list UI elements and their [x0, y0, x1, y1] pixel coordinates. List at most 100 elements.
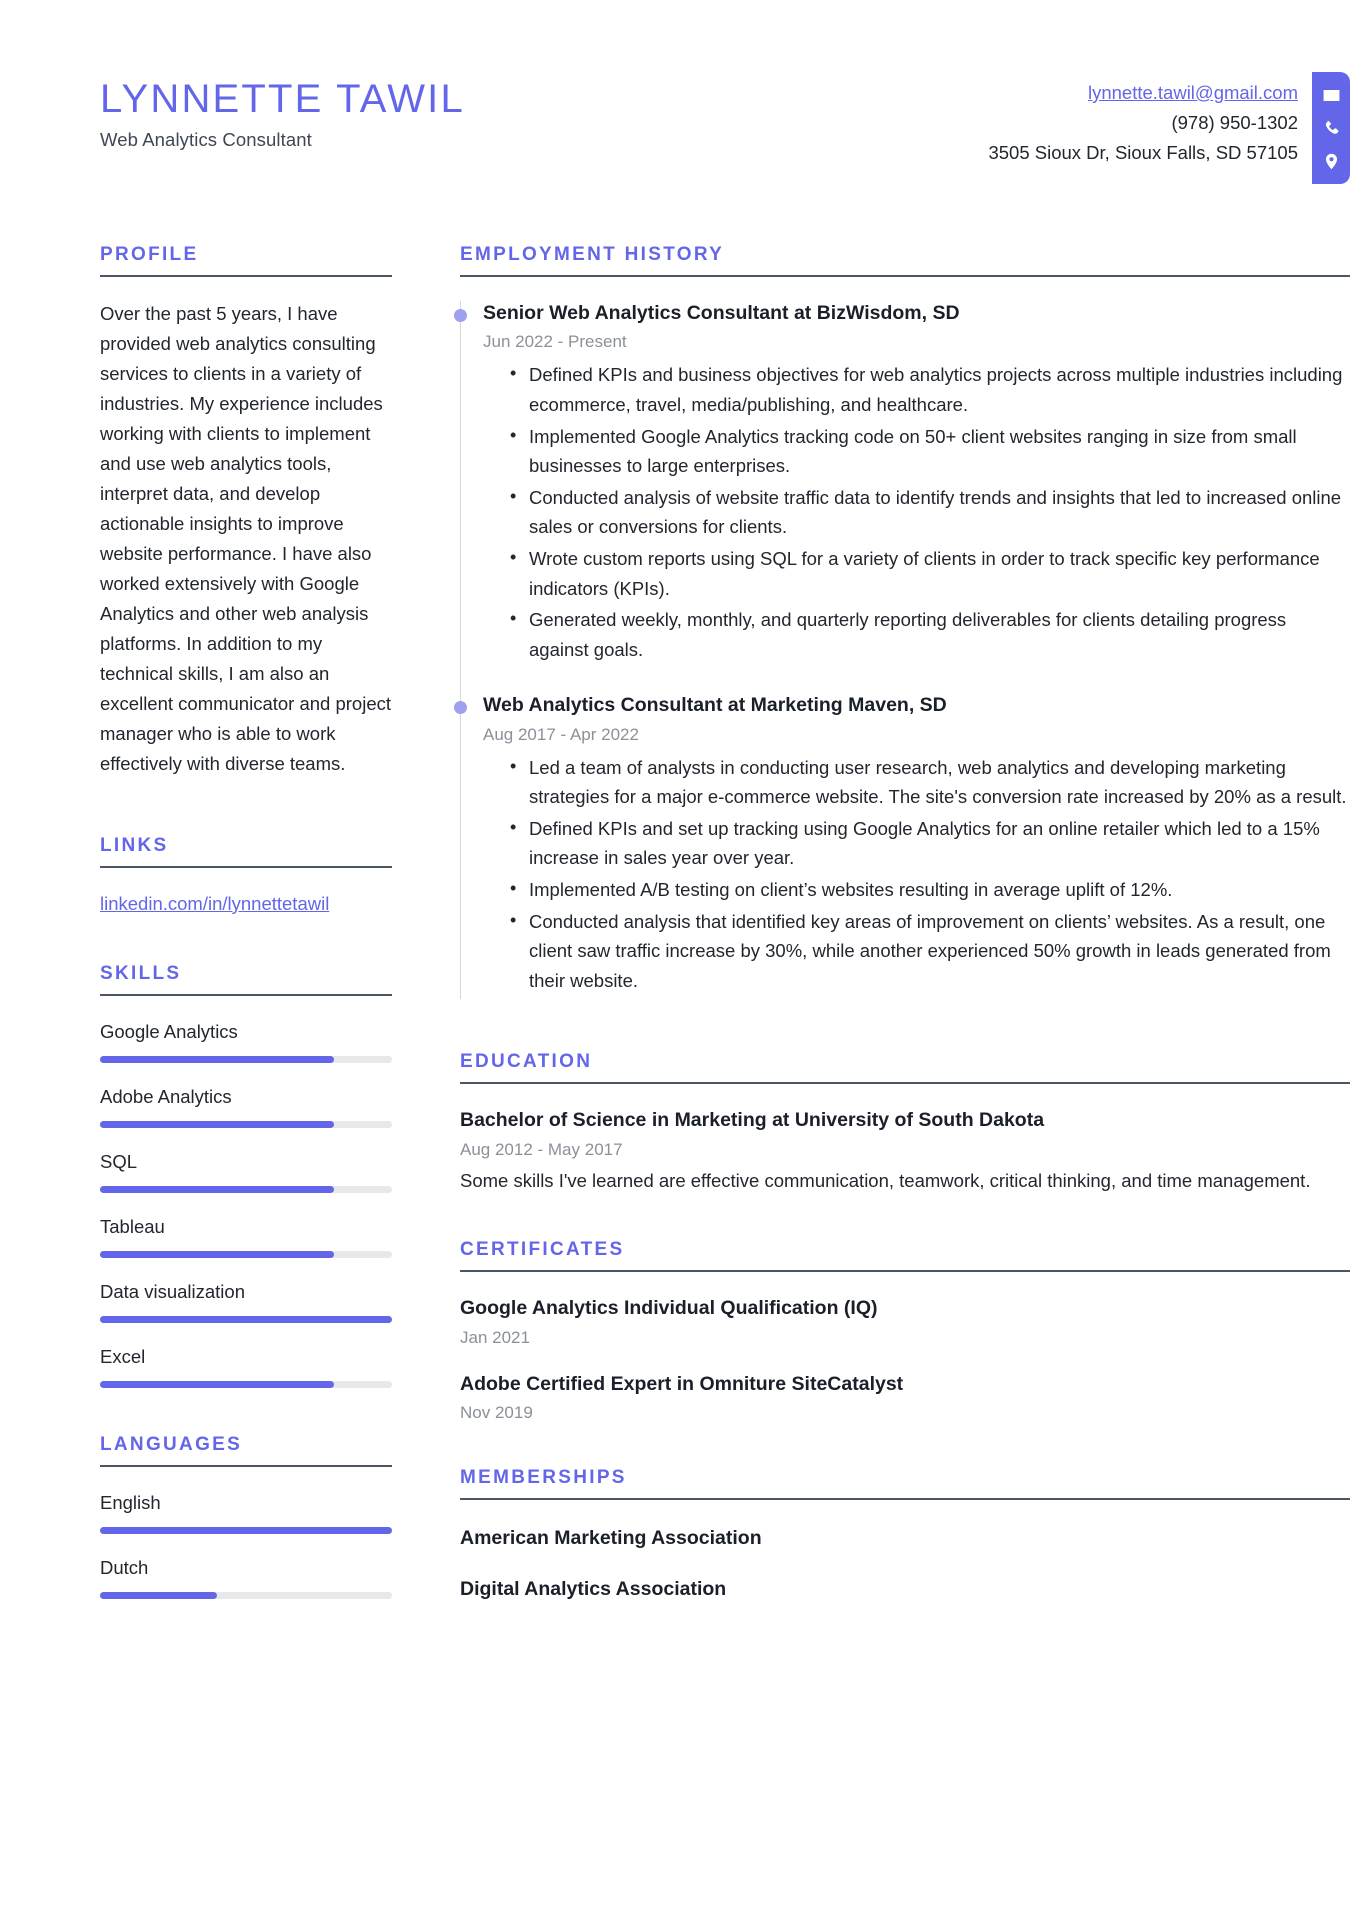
section-title-languages: LANGUAGES: [100, 1434, 243, 1456]
skill-level-fill: [100, 1381, 334, 1389]
education-entry: Bachelor of Science in Marketing at Univ…: [460, 1108, 1350, 1195]
skill-label: Excel: [100, 1346, 146, 1368]
section-languages: LANGUAGES English Dutch: [100, 1434, 392, 1599]
language-level-bar: [100, 1527, 392, 1535]
skill-row: Excel: [100, 1345, 392, 1389]
section-title-skills: SKILLS: [100, 963, 182, 985]
employment-bullet: Defined KPIs and set up tracking using G…: [510, 813, 1350, 873]
skill-row: Tableau: [100, 1215, 392, 1259]
skill-level-fill: [100, 1316, 392, 1324]
envelope-icon: [1322, 86, 1341, 105]
sidebar-column: PROFILE Over the past 5 years, I have pr…: [100, 244, 452, 1603]
skill-label: Tableau: [100, 1216, 165, 1238]
memberships-list: American Marketing Association Digital An…: [460, 1526, 1350, 1603]
skill-level-bar: [100, 1316, 392, 1324]
skill-level-bar: [100, 1186, 392, 1194]
certificate-title: Google Analytics Individual Qualificatio…: [460, 1297, 878, 1320]
certificate-entry: Google Analytics Individual Qualificatio…: [460, 1296, 1350, 1347]
skill-label: Adobe Analytics: [100, 1086, 232, 1108]
employment-bullet: Defined KPIs and business objectives for…: [510, 359, 1350, 419]
location-pin-icon: [1322, 152, 1341, 171]
section-divider: [100, 865, 392, 868]
employment-bullet-list: Defined KPIs and business objectives for…: [483, 359, 1350, 664]
employment-bullet-list: Led a team of analysts in conducting use…: [483, 752, 1350, 996]
main-column: EMPLOYMENT HISTORY Senior Web Analytics …: [452, 244, 1350, 1603]
contact-address: 3505 Sioux Dr, Sioux Falls, SD 57105: [988, 142, 1298, 164]
contact-email-row: lynnette.tawil@gmail.com: [988, 78, 1298, 108]
employment-bullet: Implemented Google Analytics tracking co…: [510, 421, 1350, 481]
section-certificates: CERTIFICATES Google Analytics Individual…: [460, 1239, 1350, 1423]
email-link[interactable]: lynnette.tawil@gmail.com: [1088, 82, 1298, 103]
page-title: LYNNETTE TAWIL: [100, 77, 465, 121]
section-profile: PROFILE Over the past 5 years, I have pr…: [100, 244, 392, 779]
skill-level-bar: [100, 1121, 392, 1129]
section-divider: [100, 275, 392, 277]
certificate-entry: Adobe Certified Expert in Omniture SiteC…: [460, 1372, 1350, 1423]
link-item-linkedin[interactable]: linkedin.com/in/lynnettetawil: [100, 893, 329, 914]
contact-phone: (978) 950-1302: [1171, 112, 1298, 134]
certificate-title: Adobe Certified Expert in Omniture SiteC…: [460, 1372, 904, 1395]
language-label: Dutch: [100, 1557, 149, 1579]
skill-level-fill: [100, 1251, 334, 1259]
certificate-date: Nov 2019: [460, 1403, 533, 1422]
employment-date-range: Aug 2017 - Apr 2022: [483, 724, 639, 744]
section-divider: [100, 994, 392, 997]
section-divider: [100, 1465, 392, 1468]
section-title-profile: PROFILE: [100, 244, 199, 265]
skill-row: Adobe Analytics: [100, 1085, 392, 1129]
skill-label: Google Analytics: [100, 1021, 238, 1043]
education-title: Bachelor of Science in Marketing at Univ…: [460, 1109, 1045, 1132]
employment-bullet: Generated weekly, monthly, and quarterly…: [510, 604, 1350, 664]
job-title-subtitle: Web Analytics Consultant: [100, 129, 312, 150]
education-description: Some skills I've learned are effective c…: [460, 1169, 1311, 1191]
language-row: Dutch: [100, 1556, 392, 1599]
resume-page: LYNNETTE TAWIL Web Analytics Consultant …: [0, 0, 1366, 1931]
employment-bullet: Wrote custom reports using SQL for a var…: [510, 543, 1350, 603]
employment-job-title: Senior Web Analytics Consultant at BizWi…: [483, 302, 960, 324]
languages-list: English Dutch: [100, 1491, 392, 1599]
employment-date-range: Jun 2022 - Present: [483, 332, 627, 352]
profile-paragraph: Over the past 5 years, I have provided w…: [100, 303, 392, 774]
section-title-memberships: MEMBERSHIPS: [460, 1467, 627, 1488]
skill-level-fill: [100, 1121, 334, 1129]
phone-icon: [1322, 119, 1341, 138]
contact-block: lynnette.tawil@gmail.com (978) 950-1302 …: [988, 68, 1366, 184]
employment-bullet: Implemented A/B testing on client’s webs…: [510, 874, 1350, 905]
contact-icon-rail: [1312, 72, 1350, 184]
skill-row: Google Analytics: [100, 1020, 392, 1064]
timeline-dot-icon: [454, 309, 467, 322]
skill-label: SQL: [100, 1151, 138, 1173]
section-education: EDUCATION Bachelor of Science in Marketi…: [460, 1051, 1350, 1195]
identity-block: LYNNETTE TAWIL Web Analytics Consultant: [100, 68, 465, 151]
certificates-list: Google Analytics Individual Qualificatio…: [460, 1296, 1350, 1423]
section-divider: [460, 1270, 1350, 1273]
employment-bullet: Led a team of analysts in conducting use…: [510, 752, 1350, 812]
education-list: Bachelor of Science in Marketing at Univ…: [460, 1108, 1350, 1195]
language-row: English: [100, 1491, 392, 1535]
section-links: LINKS linkedin.com/in/lynnettetawil: [100, 835, 392, 918]
skill-level-bar: [100, 1381, 392, 1389]
links-list: linkedin.com/in/lynnettetawil: [100, 890, 392, 918]
resume-body: PROFILE Over the past 5 years, I have pr…: [0, 184, 1366, 1603]
skill-label: Data visualization: [100, 1281, 245, 1303]
section-skills: SKILLS Google Analytics Adobe Analytics SQ…: [100, 963, 392, 1389]
language-label: English: [100, 1492, 161, 1514]
timeline-dot-icon: [454, 701, 467, 715]
section-employment-history: EMPLOYMENT HISTORY Senior Web Analytics …: [454, 244, 1350, 1000]
section-title-certificates: CERTIFICATES: [460, 1239, 625, 1261]
skill-row: SQL: [100, 1150, 392, 1194]
membership-entry: Digital Analytics Association: [460, 1577, 1350, 1602]
section-divider: [460, 275, 1350, 277]
employment-bullet: Conducted analysis that identified key a…: [510, 906, 1350, 996]
section-title-education: EDUCATION: [460, 1051, 593, 1073]
contact-lines: lynnette.tawil@gmail.com (978) 950-1302 …: [988, 68, 1312, 168]
resume-header: LYNNETTE TAWIL Web Analytics Consultant …: [0, 0, 1366, 184]
section-divider: [460, 1082, 1350, 1085]
section-title-links: LINKS: [100, 834, 169, 856]
skills-list: Google Analytics Adobe Analytics SQL Tablea…: [100, 1020, 392, 1389]
